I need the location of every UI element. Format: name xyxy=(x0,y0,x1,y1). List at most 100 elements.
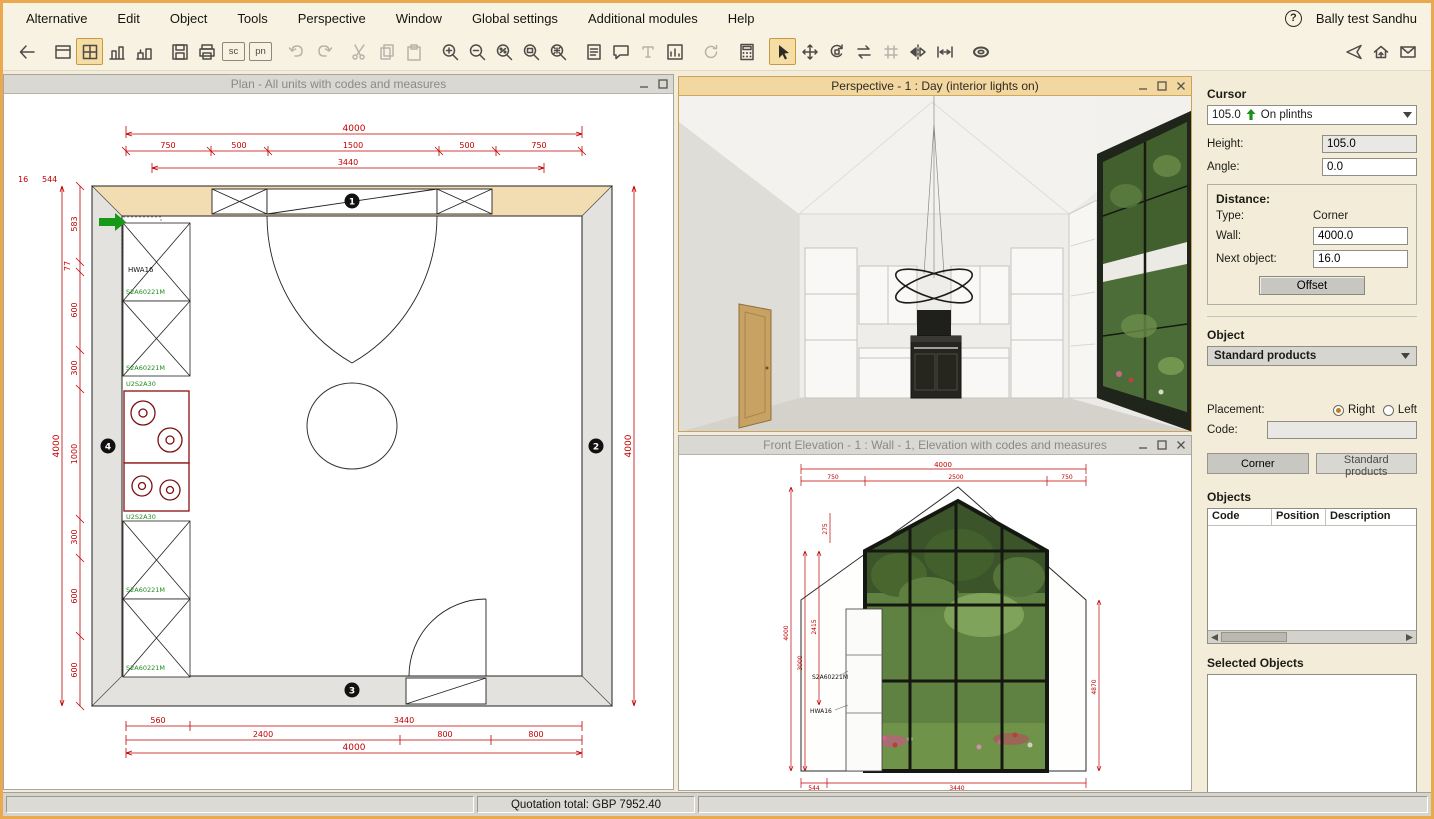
code-field[interactable] xyxy=(1267,421,1417,439)
text-icon[interactable] xyxy=(634,38,661,65)
note-icon[interactable] xyxy=(580,38,607,65)
corner-button[interactable]: Corner xyxy=(1207,453,1309,474)
measure-icon[interactable] xyxy=(931,38,958,65)
placement-left-radio[interactable]: Left xyxy=(1383,404,1417,416)
selected-objects-list[interactable] xyxy=(1207,674,1417,808)
move-object-icon[interactable] xyxy=(796,38,823,65)
objects-table-scrollbar[interactable] xyxy=(1208,630,1416,643)
sidebar: Cursor 105.0 On plinths Height: Angle: D… xyxy=(1193,71,1427,792)
perspective-canvas[interactable] xyxy=(679,96,1191,431)
mirror-icon[interactable] xyxy=(904,38,931,65)
all-elevations-icon[interactable] xyxy=(130,38,157,65)
refresh-icon[interactable] xyxy=(697,38,724,65)
object-category-value: Standard products xyxy=(1214,350,1316,362)
item-chart-icon[interactable] xyxy=(661,38,688,65)
donut-3d-icon[interactable] xyxy=(967,38,994,65)
send-icon[interactable] xyxy=(1340,38,1367,65)
elevation-canvas[interactable]: S2A60221M HWA16 xyxy=(679,455,1191,790)
dim-label: 4000 xyxy=(783,625,790,640)
objects-section-title: Objects xyxy=(1207,490,1417,504)
plan-canvas[interactable]: HWA16 S2A60221M S2A60221M U2S2A30 U2S2A3… xyxy=(4,94,673,789)
save-icon[interactable] xyxy=(166,38,193,65)
maximize-icon[interactable] xyxy=(1154,438,1169,452)
minimize-icon[interactable] xyxy=(1135,438,1150,452)
menu-object[interactable]: Object xyxy=(155,11,223,26)
height-field[interactable] xyxy=(1322,135,1417,153)
scroll-left-icon[interactable] xyxy=(1208,631,1221,644)
code-label: U2S2A30 xyxy=(126,513,156,521)
code-label: Code: xyxy=(1207,424,1267,436)
copy-icon[interactable] xyxy=(373,38,400,65)
toolbar: sc pn xyxy=(3,33,1431,71)
email-icon[interactable] xyxy=(1394,38,1421,65)
calculator-icon[interactable] xyxy=(733,38,760,65)
statusbar: Quotation total: GBP 7952.40 xyxy=(3,792,1431,816)
menu-tools[interactable]: Tools xyxy=(222,11,282,26)
minimize-icon[interactable] xyxy=(1135,79,1150,93)
minimize-icon[interactable] xyxy=(636,77,651,91)
swap-objects-icon[interactable] xyxy=(850,38,877,65)
pan-button[interactable]: pn xyxy=(249,42,272,61)
plan-titlebar[interactable]: Plan - All units with codes and measures xyxy=(4,75,673,94)
dim-label: 544 xyxy=(808,785,820,790)
scale-button[interactable]: sc xyxy=(222,42,245,61)
grid-icon[interactable] xyxy=(877,38,904,65)
zoom-window-icon[interactable] xyxy=(517,38,544,65)
scroll-right-icon[interactable] xyxy=(1403,631,1416,644)
placement-right-radio[interactable]: Right xyxy=(1333,404,1375,416)
back-icon[interactable] xyxy=(13,38,40,65)
dim-label: 4000 xyxy=(343,124,366,134)
rotate-object-icon[interactable] xyxy=(823,38,850,65)
dim-label: 750 xyxy=(1061,474,1073,481)
angle-field[interactable] xyxy=(1322,158,1417,176)
zoom-in-icon[interactable] xyxy=(436,38,463,65)
scrollbar-thumb[interactable] xyxy=(1221,632,1287,642)
offset-button[interactable]: Offset xyxy=(1259,276,1365,295)
menu-additional-modules[interactable]: Additional modules xyxy=(573,11,713,26)
paste-icon[interactable] xyxy=(400,38,427,65)
standard-products-button[interactable]: Standard products xyxy=(1316,453,1418,474)
cursor-mode-dropdown[interactable]: 105.0 On plinths xyxy=(1207,105,1417,125)
close-icon[interactable] xyxy=(1173,79,1188,93)
cut-icon[interactable] xyxy=(346,38,373,65)
redo-icon[interactable] xyxy=(310,38,337,65)
elevation-titlebar[interactable]: Front Elevation - 1 : Wall - 1, Elevatio… xyxy=(679,436,1191,455)
menu-perspective[interactable]: Perspective xyxy=(283,11,381,26)
distance-group: Distance: Type: Corner Wall: Next object… xyxy=(1207,184,1417,305)
scrollbar-track[interactable] xyxy=(1221,631,1403,643)
code-label: HWA16 xyxy=(810,708,832,715)
dim-label: 300 xyxy=(70,360,79,375)
perspective-titlebar[interactable]: Perspective - 1 : Day (interior lights o… xyxy=(679,77,1191,96)
cursor-height-value: 105.0 xyxy=(1212,109,1241,121)
distance-next-object-field[interactable] xyxy=(1313,250,1408,268)
zoom-scale-icon[interactable] xyxy=(490,38,517,65)
zoom-all-icon[interactable] xyxy=(544,38,571,65)
menu-help[interactable]: Help xyxy=(713,11,770,26)
select-cursor-icon[interactable] xyxy=(769,38,796,65)
object-category-dropdown[interactable]: Standard products xyxy=(1207,346,1417,366)
scale-label: sc xyxy=(229,46,239,57)
menu-edit[interactable]: Edit xyxy=(102,11,154,26)
menu-window[interactable]: Window xyxy=(381,11,457,26)
comment-icon[interactable] xyxy=(607,38,634,65)
maximize-icon[interactable] xyxy=(1154,79,1169,93)
close-icon[interactable] xyxy=(1173,438,1188,452)
column-description[interactable]: Description xyxy=(1326,509,1416,525)
print-icon[interactable] xyxy=(193,38,220,65)
maximize-icon[interactable] xyxy=(655,77,670,91)
menu-alternative[interactable]: Alternative xyxy=(11,11,102,26)
zoom-out-icon[interactable] xyxy=(463,38,490,65)
column-code[interactable]: Code xyxy=(1208,509,1272,525)
user-name: Bally test Sandhu xyxy=(1316,11,1417,26)
distance-wall-field[interactable] xyxy=(1313,227,1408,245)
plan-view-icon[interactable] xyxy=(76,38,103,65)
menu-global-settings[interactable]: Global settings xyxy=(457,11,573,26)
column-position[interactable]: Position xyxy=(1272,509,1326,525)
help-icon[interactable]: ? xyxy=(1285,10,1302,27)
objects-table-body[interactable] xyxy=(1208,526,1416,630)
wall-elevation-icon[interactable] xyxy=(103,38,130,65)
undo-icon[interactable] xyxy=(283,38,310,65)
distance-type-value: Corner xyxy=(1313,210,1408,222)
new-plan-window-icon[interactable] xyxy=(49,38,76,65)
share-home-icon[interactable] xyxy=(1367,38,1394,65)
